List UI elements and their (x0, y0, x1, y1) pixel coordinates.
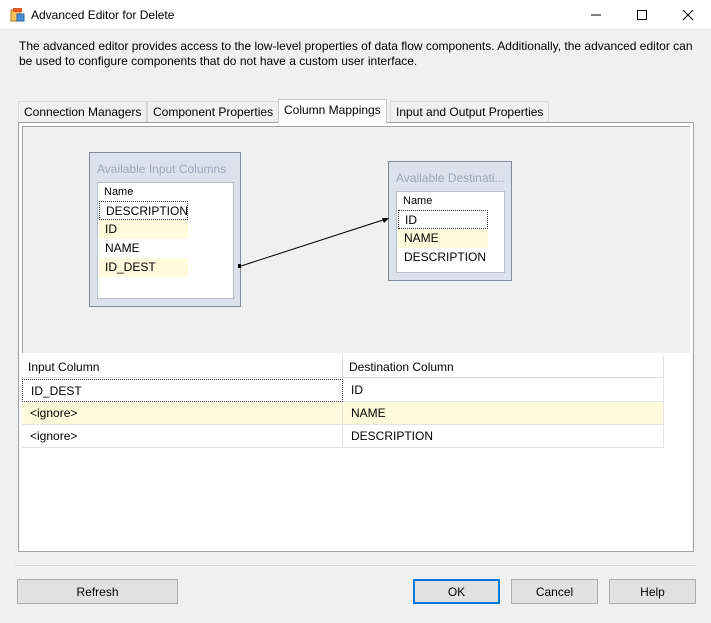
grid-header-input-column: Input Column (22, 356, 343, 378)
minimize-button[interactable] (573, 0, 619, 30)
title-bar: Advanced Editor for Delete (0, 0, 711, 30)
refresh-button[interactable]: Refresh (17, 579, 178, 604)
grid-header-destination-column: Destination Column (343, 356, 664, 378)
help-button[interactable]: Help (609, 579, 696, 604)
footer-separator (15, 565, 696, 566)
grid-row-input-cell[interactable]: ID_DEST (22, 379, 343, 402)
grid-row-destination-cell[interactable]: ID (343, 379, 664, 402)
tab-component-properties[interactable]: Component Properties (147, 101, 280, 122)
grid-row-destination-cell[interactable]: NAME (343, 402, 664, 425)
grid-row-input-cell[interactable]: <ignore> (22, 402, 343, 425)
cancel-button[interactable]: Cancel (511, 579, 598, 604)
tab-connection-managers[interactable]: Connection Managers (18, 101, 148, 122)
close-icon (682, 9, 694, 21)
grid-row-destination-cell[interactable]: DESCRIPTION (343, 425, 664, 448)
minimize-icon (591, 14, 601, 16)
ok-button[interactable]: OK (413, 579, 500, 604)
grid-row-input-cell[interactable]: <ignore> (22, 425, 343, 448)
ssis-component-icon (10, 7, 26, 23)
tab-column-mappings[interactable]: Column Mappings (278, 99, 387, 123)
maximize-button[interactable] (619, 0, 665, 30)
mapping-diagram: Available Input Columns Name DESCRIPTION… (22, 126, 690, 353)
maximize-icon (637, 10, 647, 20)
mapping-grid: Input Column Destination Column ID_DEST … (22, 356, 690, 550)
window-title: Advanced Editor for Delete (31, 8, 175, 22)
close-button[interactable] (665, 0, 711, 30)
column-mappings-panel: Available Input Columns Name DESCRIPTION… (18, 122, 694, 552)
tab-input-output-properties[interactable]: Input and Output Properties (390, 101, 550, 122)
editor-description: The advanced editor provides access to t… (19, 39, 693, 68)
mapping-connector-line[interactable] (23, 127, 691, 354)
